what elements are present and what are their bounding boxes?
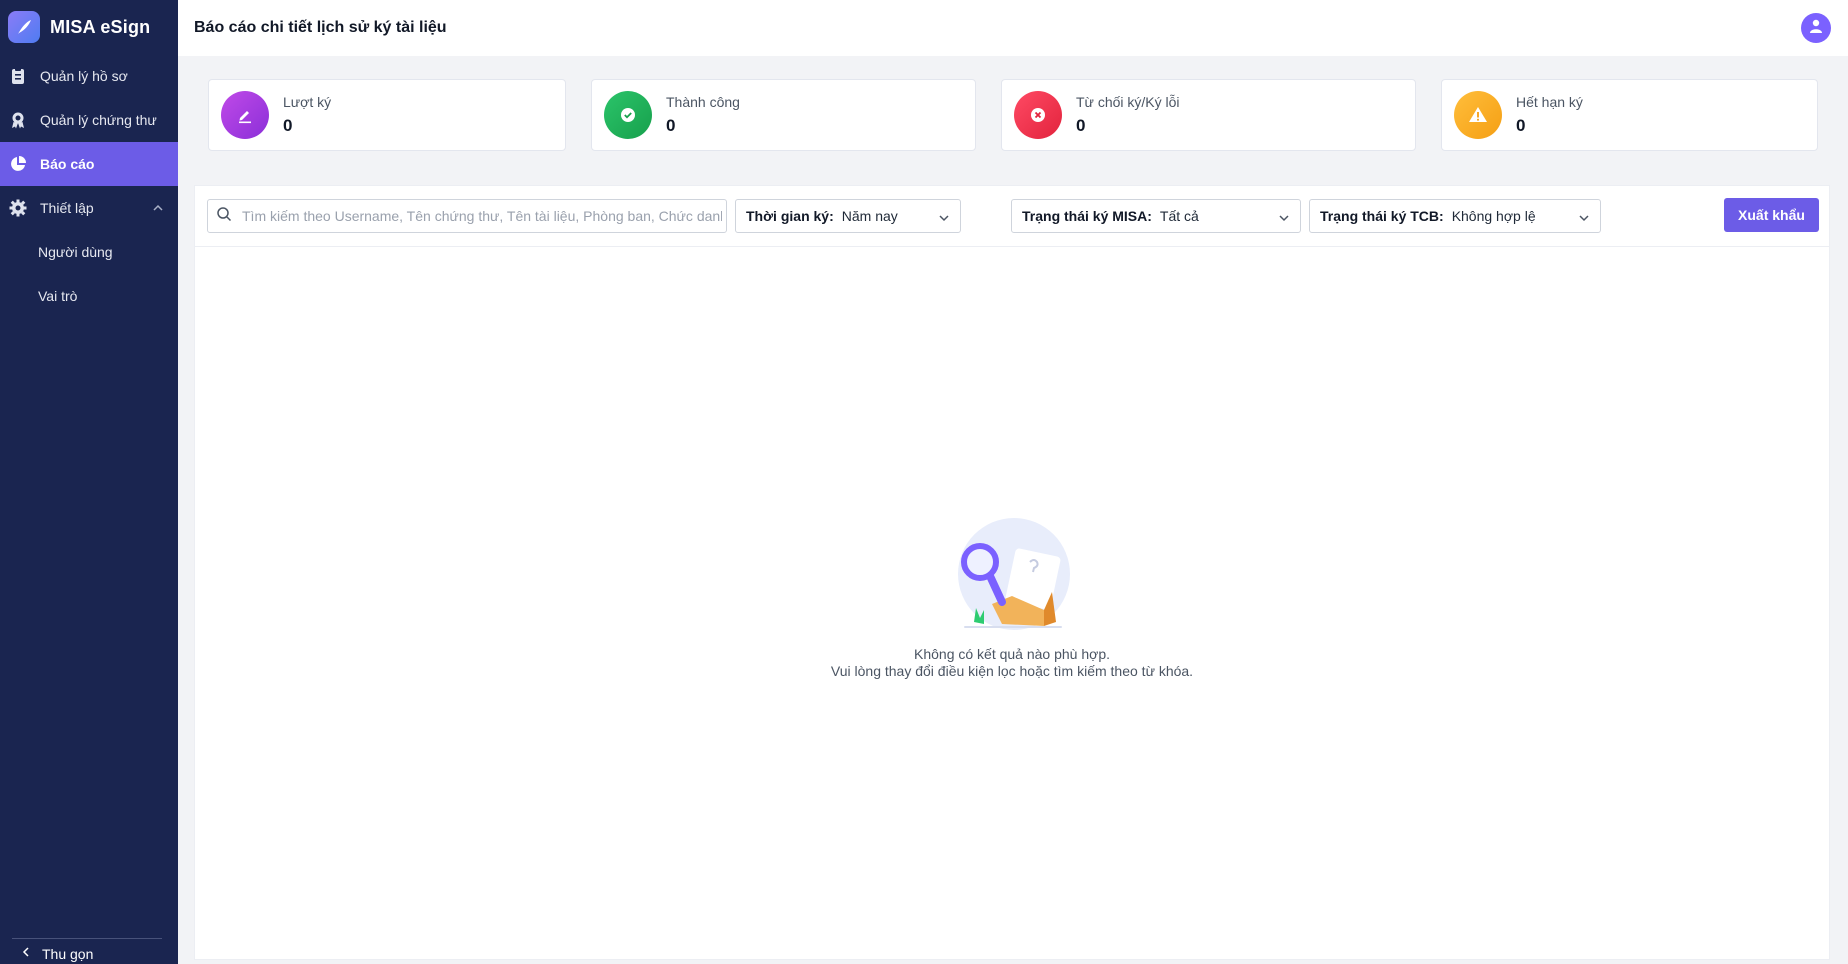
collapse-sidebar-button[interactable]: Thu gọn (12, 938, 162, 964)
close-icon (1014, 91, 1062, 139)
stat-label: Lượt ký (283, 94, 332, 110)
stat-label: Từ chối ký/Ký lỗi (1076, 94, 1180, 110)
sidebar: MISA eSign Quản lý hồ sơ Quản lý chứng t… (0, 0, 178, 964)
page-title: Báo cáo chi tiết lịch sử ký tài liệu (194, 19, 447, 36)
search-icon (216, 206, 232, 227)
empty-message-line2: Vui lòng thay đổi điều kiện lọc hoặc tìm… (830, 663, 1194, 679)
stat-value: 0 (1516, 116, 1526, 135)
sidebar-item-label: Thiết lập (40, 200, 94, 216)
sidebar-item-certificates[interactable]: Quản lý chứng thư (0, 98, 178, 142)
stat-card-expired: Hết hạn ký 0 (1441, 79, 1818, 151)
stat-value: 0 (1076, 116, 1086, 135)
sidebar-item-documents[interactable]: Quản lý hồ sơ (0, 54, 178, 98)
pen-icon (221, 91, 269, 139)
sidebar-item-label: Quản lý chứng thư (40, 112, 157, 128)
stat-label: Hết hạn ký (1516, 94, 1583, 110)
sidebar-item-label: Vai trò (38, 288, 78, 304)
sign-time-filter[interactable]: Thời gian ký: Năm nay (735, 199, 961, 233)
gear-icon (8, 198, 28, 218)
export-button[interactable]: Xuất khẩu (1724, 198, 1819, 232)
filter-label: Trạng thái ký TCB: (1320, 208, 1444, 224)
stat-card-success: Thành công 0 (591, 79, 976, 151)
filter-label: Thời gian ký: (746, 208, 834, 224)
sidebar-item-reports[interactable]: Báo cáo (0, 142, 178, 186)
chevron-down-icon (1278, 211, 1290, 227)
sidebar-item-label: Báo cáo (40, 156, 95, 172)
page-header: Báo cáo chi tiết lịch sử ký tài liệu (178, 0, 1848, 56)
app-name: MISA eSign (50, 16, 151, 37)
stat-value: 0 (666, 116, 676, 135)
filter-toolbar: Thời gian ký: Năm nay Trạng thái ký MISA… (195, 186, 1829, 247)
sidebar-item-roles[interactable]: Vai trò (0, 274, 178, 318)
stat-label: Thành công (666, 94, 740, 110)
app-logo-icon (8, 11, 40, 43)
clipboard-icon (8, 66, 28, 86)
sidebar-item-label: Người dùng (38, 244, 113, 260)
sidebar-item-users[interactable]: Người dùng (0, 230, 178, 274)
stat-card-signatures: Lượt ký 0 (208, 79, 566, 151)
stat-value: 0 (283, 116, 293, 135)
check-icon (604, 91, 652, 139)
stat-card-rejected: Từ chối ký/Ký lỗi 0 (1001, 79, 1416, 151)
collapse-label: Thu gọn (42, 946, 94, 962)
chevron-left-icon (20, 945, 32, 962)
filter-value: Tất cả (1159, 208, 1199, 224)
empty-state: Không có kết quả nào phù hợp. Vui lòng t… (195, 518, 1829, 680)
search-box (207, 199, 727, 233)
misa-status-filter[interactable]: Trạng thái ký MISA: Tất cả (1011, 199, 1301, 233)
filter-label: Trạng thái ký MISA: (1022, 208, 1152, 224)
certificate-icon (8, 110, 28, 130)
sidebar-item-settings[interactable]: Thiết lập (0, 186, 178, 230)
brand[interactable]: MISA eSign (0, 0, 178, 54)
avatar[interactable] (1801, 13, 1831, 43)
chevron-down-icon (1578, 211, 1590, 227)
filter-value: Năm nay (841, 208, 898, 224)
search-input[interactable] (242, 208, 722, 224)
empty-search-illustration-icon (952, 518, 1072, 634)
chevron-down-icon (938, 211, 950, 227)
user-icon (1808, 18, 1824, 39)
report-panel: Thời gian ký: Năm nay Trạng thái ký MISA… (194, 185, 1830, 960)
sidebar-item-label: Quản lý hồ sơ (40, 68, 128, 84)
pie-chart-icon (8, 154, 28, 174)
filter-value: Không hợp lệ (1451, 208, 1536, 224)
empty-message-line1: Không có kết quả nào phù hợp. (914, 646, 1110, 662)
chevron-up-icon (152, 201, 164, 217)
tcb-status-filter[interactable]: Trạng thái ký TCB: Không hợp lệ (1309, 199, 1601, 233)
warning-icon (1454, 91, 1502, 139)
